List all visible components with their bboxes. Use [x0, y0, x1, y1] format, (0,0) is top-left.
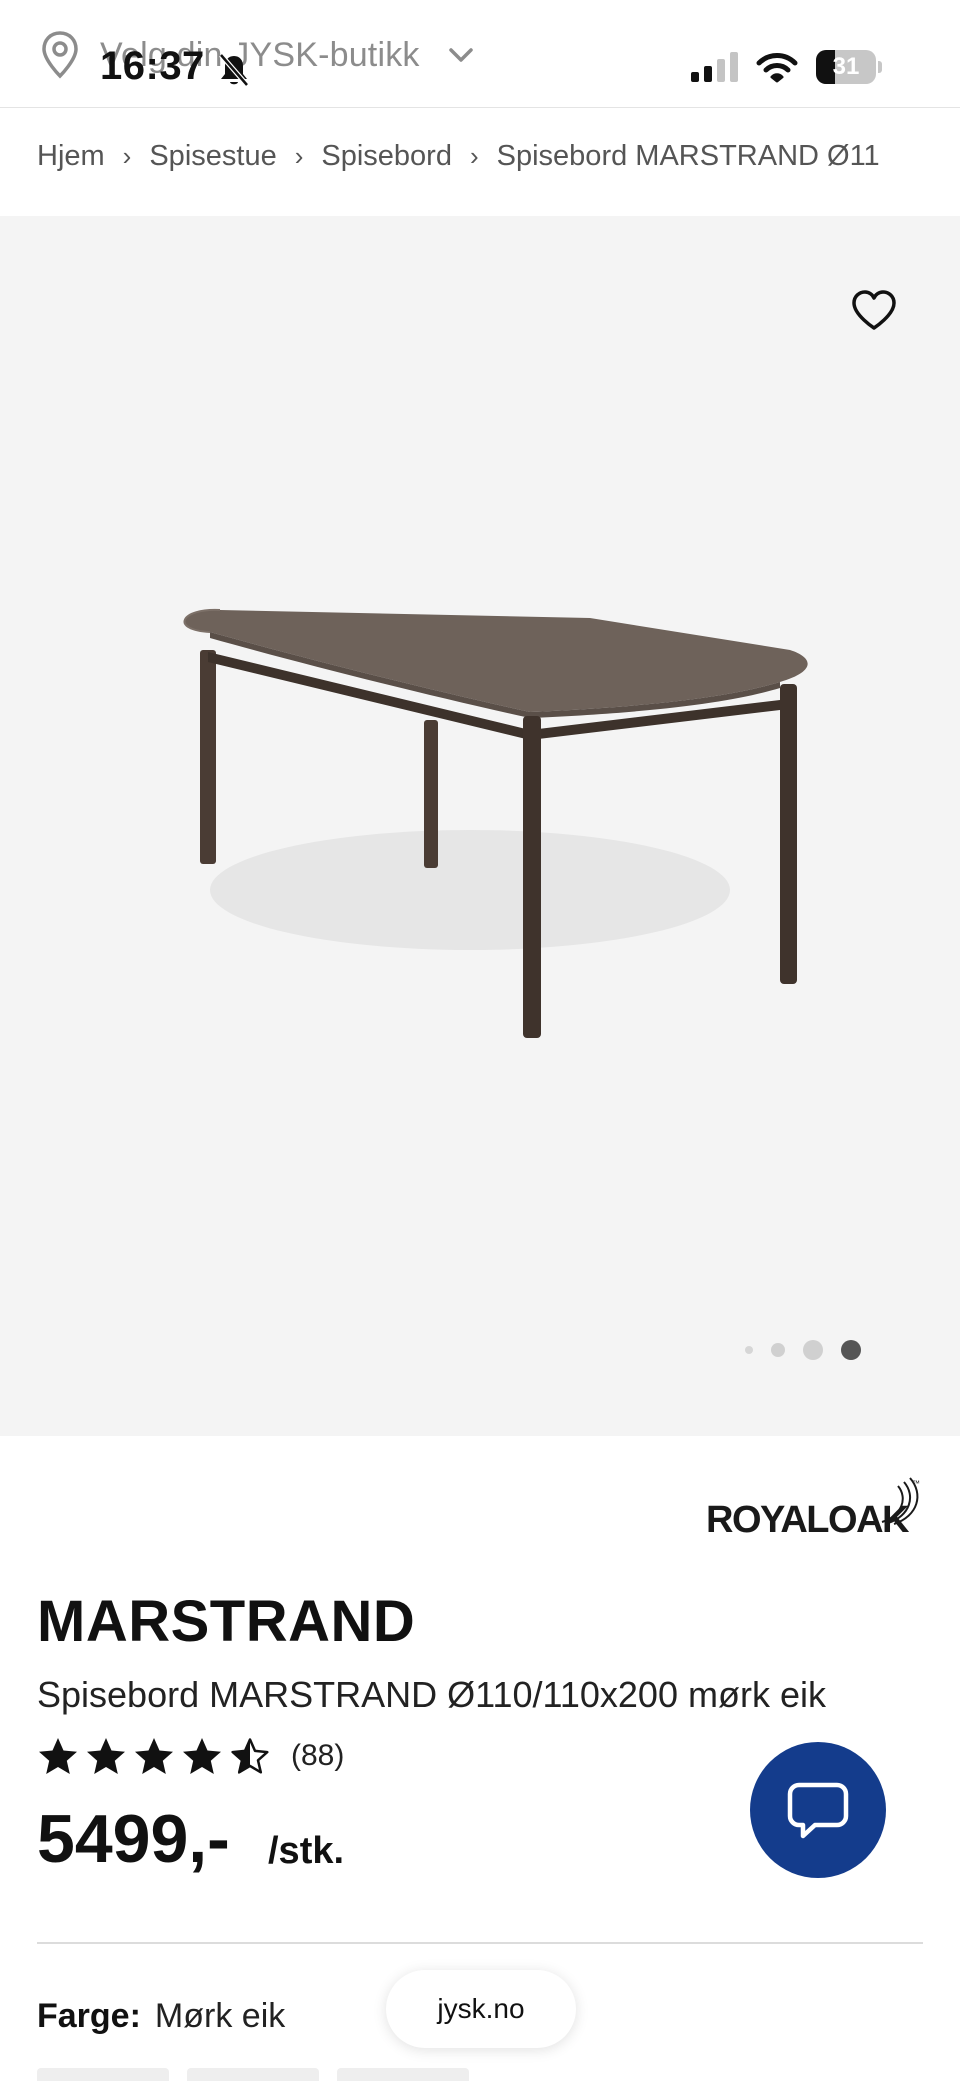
- gallery-dot[interactable]: [771, 1343, 785, 1357]
- star-icon: [183, 1738, 221, 1774]
- wifi-icon: [756, 53, 798, 83]
- star-icon: [39, 1738, 77, 1774]
- gallery-dot[interactable]: [745, 1346, 753, 1354]
- status-time: 16:37: [100, 44, 205, 88]
- product-rating[interactable]: (88): [37, 1736, 344, 1776]
- top-header: Velg din JYSK-butikk 16:37 31: [0, 0, 960, 108]
- chat-bubble-icon: [787, 1782, 849, 1839]
- color-swatch[interactable]: [337, 2068, 469, 2081]
- breadcrumb-spisestue[interactable]: Spisestue: [149, 140, 276, 173]
- star-icon: [135, 1738, 173, 1774]
- brand-logo-text: ROYALOAK: [706, 1499, 910, 1541]
- product-page: Velg din JYSK-butikk 16:37 31 Hjem › Spi…: [0, 0, 960, 2081]
- battery-level: 31: [832, 53, 860, 80]
- breadcrumb-separator: ›: [469, 141, 479, 171]
- gallery-dot-active[interactable]: [841, 1340, 861, 1360]
- breadcrumb-separator: ›: [294, 141, 304, 171]
- signal-icon: [691, 52, 738, 82]
- browser-url-pill[interactable]: jysk.no: [386, 1970, 576, 2048]
- breadcrumb: Hjem › Spisestue › Spisebord › Spisebord…: [37, 140, 880, 173]
- product-image: [183, 608, 808, 1038]
- color-selector: Farge: Mørk eik: [37, 1997, 285, 2036]
- gallery-pagination: [745, 1340, 861, 1360]
- product-price: 5499,-: [37, 1801, 230, 1877]
- color-swatch[interactable]: [37, 2068, 169, 2081]
- chat-button[interactable]: [750, 1742, 886, 1878]
- section-divider: [37, 1942, 923, 1944]
- star-icon: [87, 1738, 125, 1774]
- product-name: MARSTRAND: [37, 1589, 416, 1654]
- color-value: Mørk eik: [154, 1997, 286, 2035]
- location-pin-icon: [42, 31, 78, 79]
- color-swatches: [37, 2068, 469, 2081]
- brand-logo: ROYALOAK ™: [706, 1477, 920, 1541]
- breadcrumb-current: Spisebord MARSTRAND Ø11: [496, 140, 880, 172]
- color-label: Farge:: [37, 1997, 141, 2035]
- gallery-dot[interactable]: [803, 1340, 823, 1360]
- heart-icon[interactable]: [850, 288, 898, 334]
- status-indicators: 31: [691, 50, 882, 84]
- color-swatch[interactable]: [187, 2068, 319, 2081]
- svg-text:™: ™: [912, 1479, 920, 1488]
- star-outline-icon: [231, 1738, 269, 1774]
- battery-icon: 31: [816, 50, 882, 84]
- chevron-down-icon: [448, 48, 473, 62]
- breadcrumb-spisebord[interactable]: Spisebord: [321, 140, 452, 173]
- bell-slash-icon: [219, 53, 249, 87]
- price-unit: /stk.: [268, 1830, 345, 1872]
- breadcrumb-separator: ›: [122, 141, 132, 171]
- breadcrumb-home[interactable]: Hjem: [37, 140, 105, 173]
- product-subtitle: Spisebord MARSTRAND Ø110/110x200 mørk ei…: [37, 1674, 826, 1715]
- review-count: (88): [291, 1739, 345, 1772]
